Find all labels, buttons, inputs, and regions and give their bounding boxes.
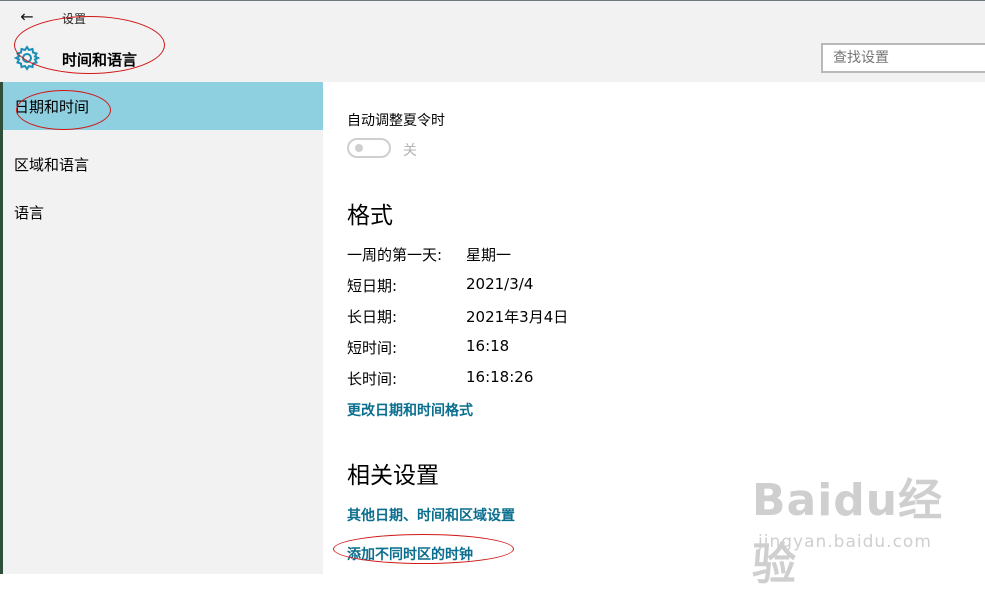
sidebar: 日期和时间 区域和语言 语言 [3, 82, 323, 574]
related-settings-heading: 相关设置 [347, 463, 439, 489]
format-label-long-time: 长时间: [347, 370, 398, 388]
format-value-long-date: 2021年3月4日 [466, 308, 569, 326]
sidebar-item-date-time[interactable]: 日期和时间 [3, 82, 323, 130]
page-title: 时间和语言 [62, 51, 138, 69]
add-clocks-link[interactable]: 添加不同时区的时钟 [347, 544, 473, 564]
watermark: Baidu经验 jingyan.baidu.com [752, 462, 982, 590]
format-value-first-day: 星期一 [466, 246, 512, 264]
watermark-brand: Baidu经验 [752, 475, 944, 590]
dst-toggle-state: 关 [403, 143, 417, 159]
change-format-link[interactable]: 更改日期和时间格式 [347, 400, 473, 420]
title-bar: ← 设置 时间和语言 [0, 0, 985, 82]
format-label-first-day: 一周的第一天: [347, 246, 443, 264]
format-label-long-date: 长日期: [347, 308, 398, 326]
toggle-knob [355, 144, 363, 152]
watermark-url: jingyan.baidu.com [758, 532, 932, 552]
gear-icon [14, 45, 40, 71]
app-name: 设置 [62, 12, 87, 26]
dst-label: 自动调整夏令时 [347, 113, 445, 129]
sidebar-item-region-language[interactable]: 区域和语言 [3, 140, 323, 188]
search-input[interactable] [821, 43, 985, 73]
format-label-short-date: 短日期: [347, 277, 398, 295]
format-value-short-date: 2021/3/4 [466, 275, 534, 293]
format-value-short-time: 16:18 [466, 337, 510, 355]
format-label-short-time: 短时间: [347, 339, 398, 357]
format-value-long-time: 16:18:26 [466, 368, 534, 386]
format-heading: 格式 [347, 203, 393, 229]
sidebar-item-speech[interactable]: 语言 [3, 188, 323, 236]
back-arrow-icon[interactable]: ← [17, 7, 37, 27]
additional-date-time-region-link[interactable]: 其他日期、时间和区域设置 [347, 505, 515, 525]
dst-toggle[interactable] [347, 138, 391, 158]
